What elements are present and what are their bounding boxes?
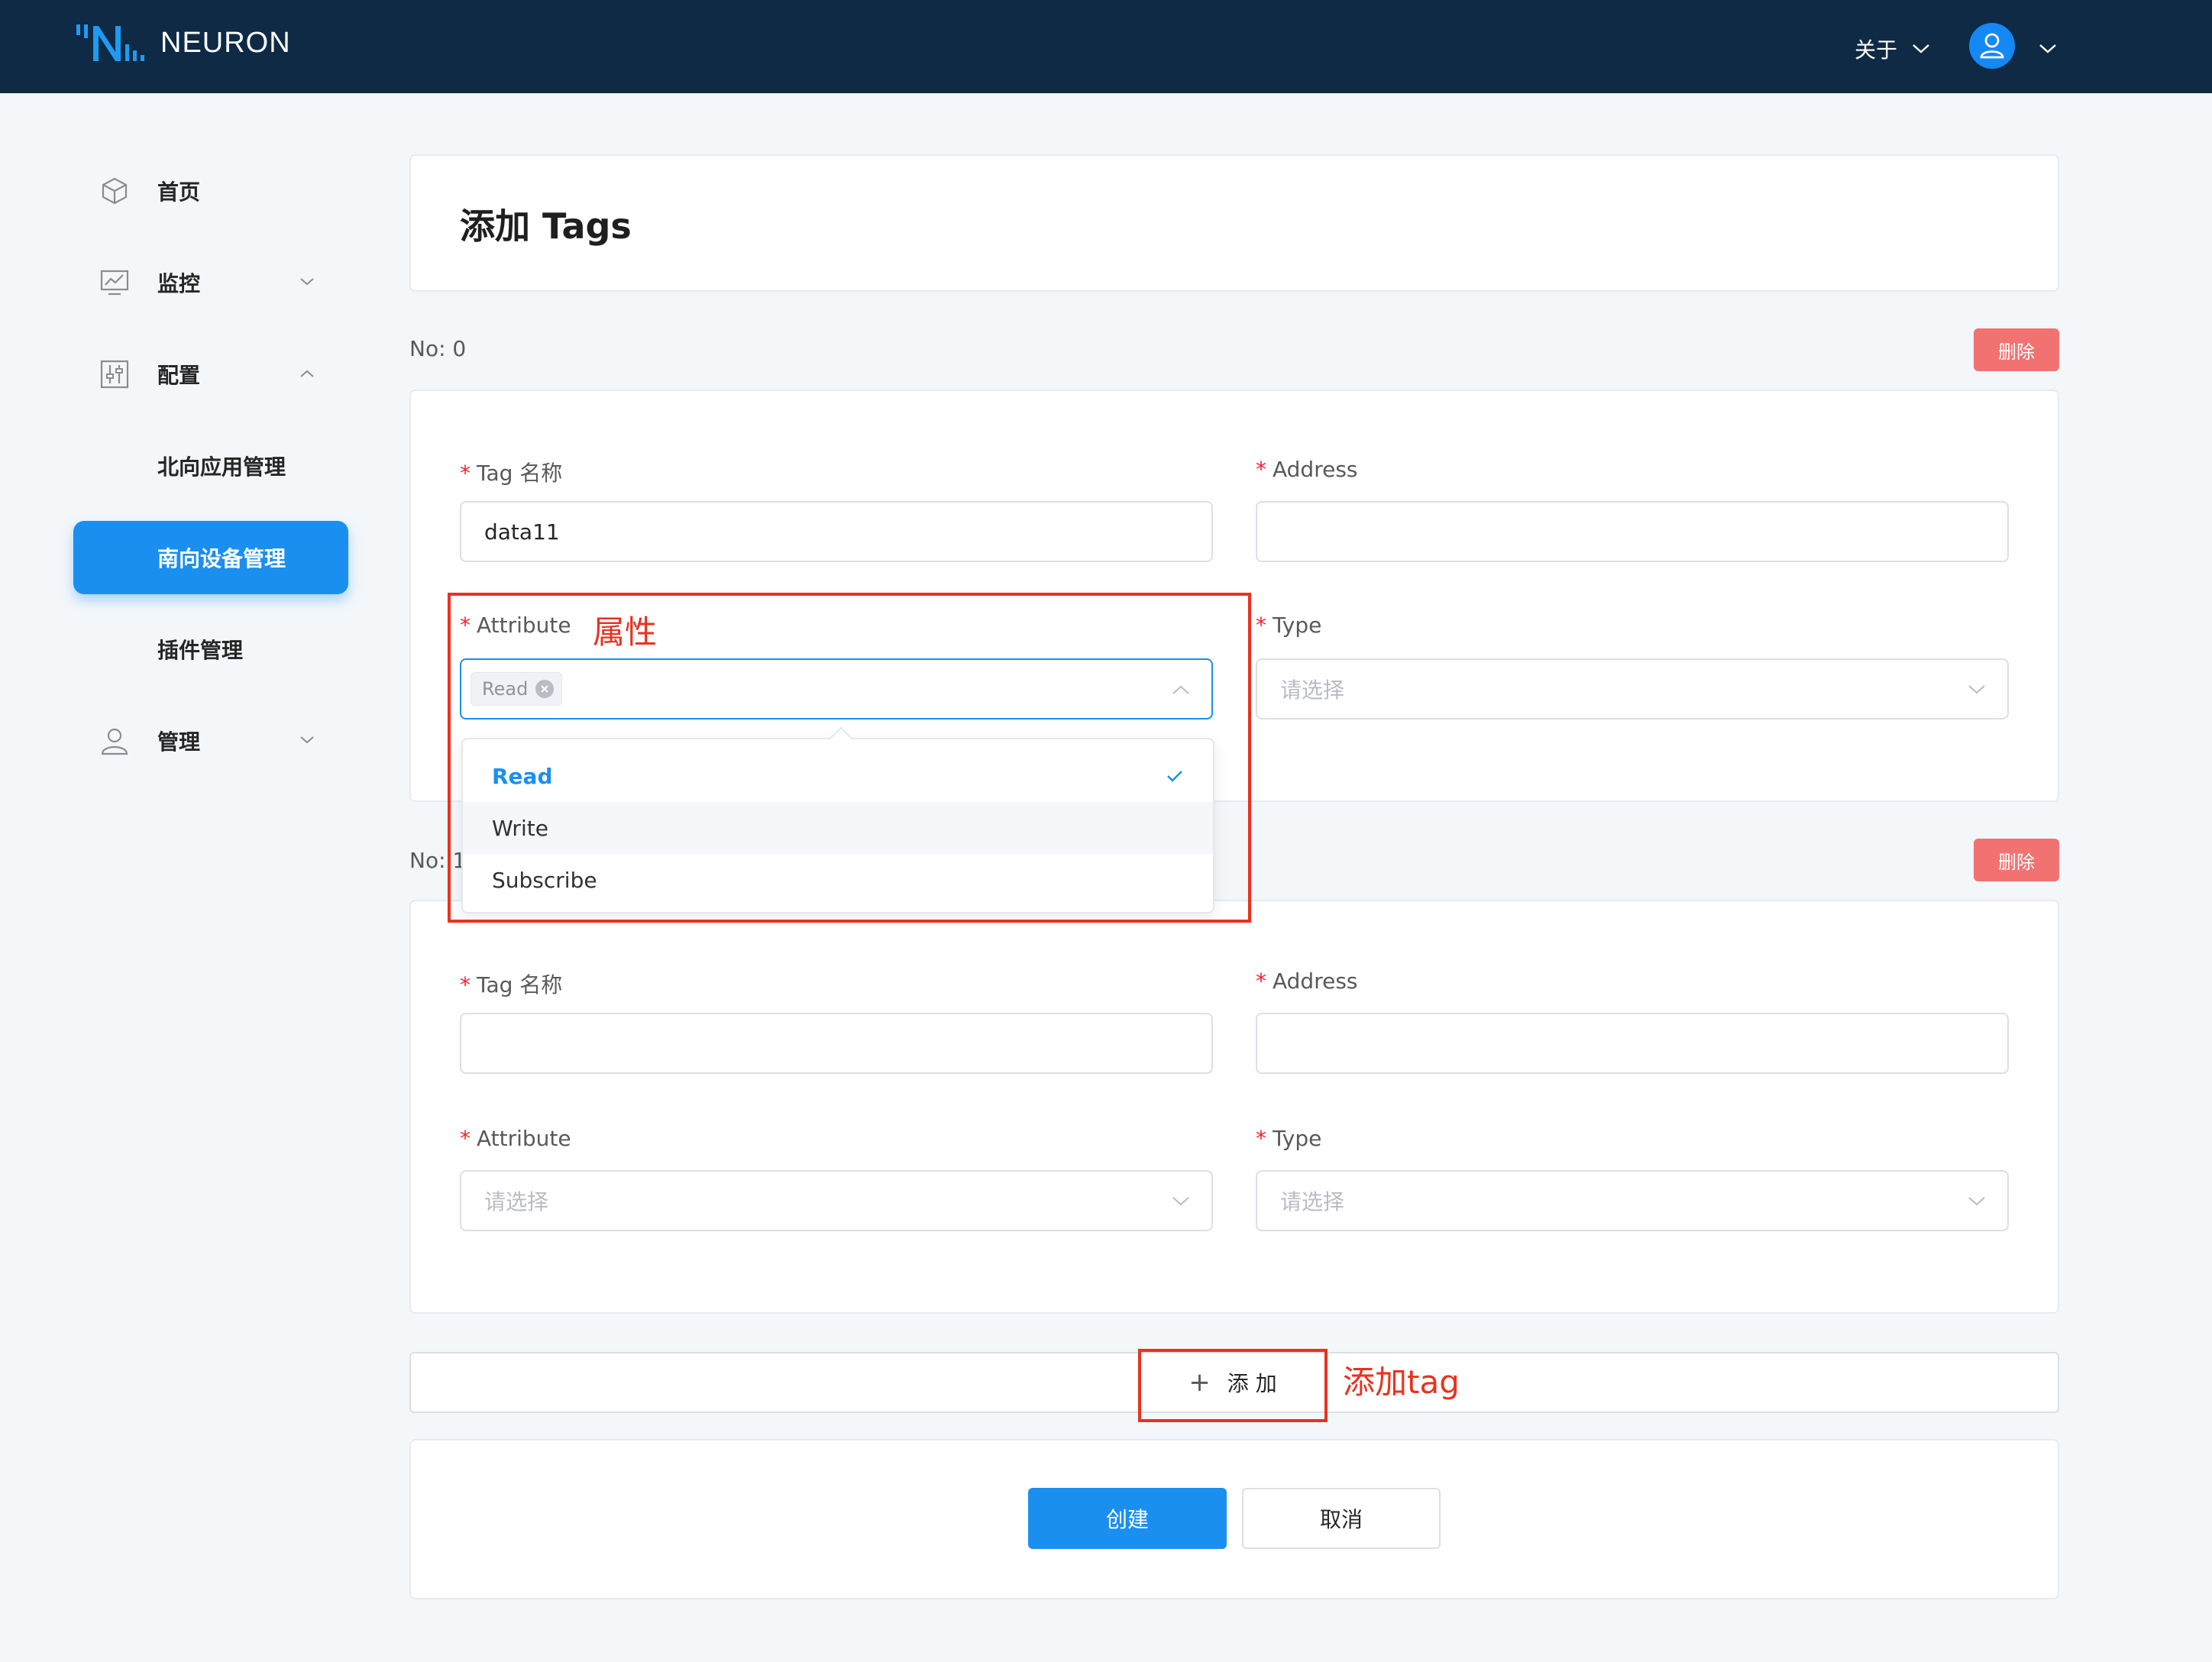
sidebar-item-label: 管理 — [157, 729, 201, 755]
address-label: * Address — [1256, 457, 1358, 482]
chevron-down-icon — [300, 736, 314, 744]
attribute-label: * Attribute — [460, 1126, 571, 1151]
user-icon — [1980, 33, 2004, 59]
sidebar-item-home[interactable]: 首页 — [73, 154, 348, 228]
sidebar-item-admin[interactable]: 管理 — [73, 704, 348, 778]
sidebar-item-label: 首页 — [157, 179, 201, 205]
create-button[interactable]: 创建 — [1028, 1488, 1227, 1549]
chevron-down-icon[interactable] — [2038, 43, 2058, 55]
neuron-logo-icon — [76, 24, 144, 61]
attribute-placeholder: 请选择 — [484, 1189, 549, 1214]
user-avatar[interactable] — [1969, 23, 2015, 69]
user-icon — [101, 728, 128, 755]
tag-name-label: * Tag 名称 — [460, 972, 563, 998]
type-select[interactable]: 请选择 — [1256, 658, 2009, 719]
chevron-down-icon — [1172, 1197, 1189, 1206]
sidebar-item-north-apps[interactable]: 北向应用管理 — [73, 429, 348, 503]
brand-name: NEURON — [160, 26, 291, 59]
sidebar-item-config[interactable]: 配置 — [73, 338, 348, 411]
sidebar-item-monitor[interactable]: 监控 — [73, 246, 348, 319]
annotation-attribute-text: 属性 — [593, 613, 658, 651]
tag-name-input[interactable]: data11 — [460, 501, 1213, 562]
page-title-card — [409, 154, 2059, 292]
about-menu[interactable]: 关于 — [1855, 34, 1931, 64]
annotation-box-add — [1138, 1349, 1328, 1422]
delete-tag-button[interactable]: 删除 — [1974, 328, 2059, 371]
tag-form-card — [409, 900, 2059, 1314]
cube-icon — [102, 177, 128, 205]
delete-tag-button[interactable]: 删除 — [1974, 839, 2059, 881]
sidebar-item-label: 南向设备管理 — [157, 546, 286, 571]
cancel-button[interactable]: 取消 — [1242, 1488, 1441, 1549]
settings-sliders-icon — [100, 360, 129, 389]
page-title: 添加 Tags — [460, 205, 632, 247]
chevron-down-icon — [1913, 44, 1929, 53]
chevron-down-icon — [300, 278, 314, 286]
address-label: * Address — [1256, 968, 1358, 994]
type-label: * Type — [1256, 1126, 1322, 1151]
sidebar-item-label: 北向应用管理 — [157, 454, 286, 480]
monitor-chart-icon — [100, 270, 129, 296]
top-header: NEURON 关于 — [0, 0, 2212, 93]
attribute-select[interactable]: 请选择 — [460, 1170, 1213, 1231]
chevron-down-icon — [1968, 685, 1985, 694]
type-placeholder: 请选择 — [1280, 677, 1345, 703]
annotation-box-attribute — [448, 593, 1251, 923]
tag-name-input[interactable] — [460, 1013, 1213, 1074]
about-label: 关于 — [1855, 37, 1898, 63]
annotation-add-text: 添加tag — [1343, 1363, 1460, 1401]
sidebar-item-south-devices[interactable]: 南向设备管理 — [73, 521, 348, 594]
sidebar-item-label: 配置 — [157, 363, 201, 388]
type-placeholder: 请选择 — [1280, 1189, 1345, 1214]
tag-number-label: No: 0 — [409, 336, 467, 361]
sidebar-item-label: 监控 — [157, 271, 201, 296]
type-select[interactable]: 请选择 — [1256, 1170, 2009, 1231]
brand-logo[interactable]: NEURON — [75, 21, 291, 64]
sidebar-item-label: 插件管理 — [157, 638, 244, 663]
chevron-down-icon — [1968, 1197, 1985, 1206]
form-actions-card — [409, 1439, 2059, 1599]
address-input[interactable] — [1256, 501, 2009, 562]
chevron-up-icon — [300, 370, 314, 377]
sidebar-item-plugins[interactable]: 插件管理 — [73, 613, 348, 686]
tag-name-label: * Tag 名称 — [460, 461, 563, 486]
type-label: * Type — [1256, 613, 1322, 638]
address-input[interactable] — [1256, 1013, 2009, 1074]
